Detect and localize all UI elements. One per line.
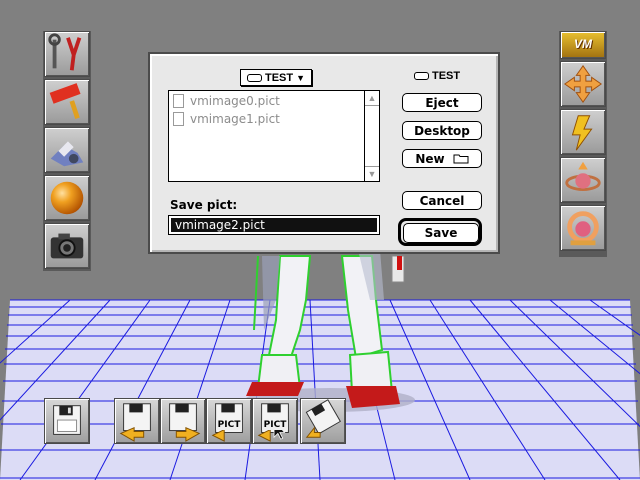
desktop-button[interactable]: Desktop [402, 121, 482, 140]
desktop-button-label: Desktop [414, 123, 470, 138]
eject-button-label: Eject [425, 95, 459, 110]
joint-tool-button[interactable] [560, 109, 606, 155]
disk-icon [246, 73, 262, 82]
triangle-down-icon: ▼ [296, 72, 306, 83]
save-scene-button[interactable] [160, 398, 206, 444]
folder-icon [453, 154, 469, 164]
save-dialog: TEST ▼ TEST vmimage0.pict vmimage1.pict … [148, 52, 500, 254]
filename-input[interactable]: vmimage2.pict [168, 215, 380, 235]
load-pict-button[interactable]: PICT [206, 398, 252, 444]
scroll-down-arrow-icon[interactable]: ▼ [365, 166, 379, 181]
move-tool-button[interactable] [560, 61, 606, 107]
pict-label: PICT [216, 420, 242, 430]
logo-button[interactable]: VM [560, 31, 606, 59]
tilted-floppy-icon [305, 399, 341, 438]
list-item[interactable]: vmimage1.pict [173, 111, 280, 127]
file-name: vmimage1.pict [190, 112, 280, 126]
disk-save-button[interactable] [44, 398, 90, 444]
rotate-tool-button[interactable] [560, 157, 606, 203]
save-prompt-label: Save pict: [170, 198, 238, 212]
load-scene-button[interactable] [114, 398, 160, 444]
new-folder-button-label: New [415, 151, 445, 166]
file-list[interactable]: vmimage0.pict vmimage1.pict ▲ ▼ [168, 90, 380, 182]
orange-sphere-icon [50, 181, 84, 215]
document-icon [173, 94, 184, 108]
paint-tool-button[interactable] [44, 79, 90, 125]
floppy-arrow-icon [169, 403, 201, 442]
floppy-disk-icon [53, 405, 81, 435]
disk-name-label: TEST [432, 70, 461, 82]
folder-popup-label: TEST [264, 71, 294, 84]
right-toolbar: VM [559, 31, 607, 257]
save-button[interactable]: Save [403, 223, 479, 243]
parts-icon [50, 141, 84, 167]
disk-icon [414, 72, 429, 80]
bottom-toolbar: PICT PICT [44, 398, 349, 446]
rotate-gizmo-icon [565, 161, 601, 191]
cancel-button[interactable]: Cancel [402, 191, 482, 210]
material-tool-button[interactable] [44, 175, 90, 221]
disk-name: TEST [414, 70, 460, 82]
tools-tool-button[interactable] [44, 31, 90, 77]
camera-tool-button[interactable] [44, 223, 90, 269]
cancel-button-label: Cancel [419, 193, 465, 208]
move-arrows-icon [563, 64, 603, 104]
scale-tool-button[interactable] [560, 205, 606, 251]
scroll-up-arrow-icon[interactable]: ▲ [365, 91, 379, 106]
ring-icon [567, 211, 599, 246]
pict-label: PICT [262, 420, 288, 430]
paint-roller-icon [49, 83, 81, 120]
left-toolbar [43, 31, 91, 271]
list-item[interactable]: vmimage0.pict [173, 93, 280, 109]
lightning-icon [571, 115, 593, 151]
document-icon [173, 112, 184, 126]
eject-disk-button[interactable] [300, 398, 346, 444]
logo-text: VM [574, 37, 592, 51]
new-folder-button[interactable]: New [402, 149, 482, 168]
folder-popup-menu[interactable]: TEST ▼ [240, 69, 312, 86]
floppy-arrow-icon [119, 403, 151, 442]
assemble-tool-button[interactable] [44, 127, 90, 173]
save-button-label: Save [424, 226, 458, 240]
filename-value: vmimage2.pict [171, 218, 377, 232]
camera-icon [50, 233, 84, 259]
file-name: vmimage0.pict [190, 94, 280, 108]
wrench-pliers-icon [48, 33, 82, 71]
file-list-scrollbar[interactable]: ▲ ▼ [364, 91, 379, 181]
eject-button[interactable]: Eject [402, 93, 482, 112]
save-pict-button[interactable]: PICT [252, 398, 298, 444]
